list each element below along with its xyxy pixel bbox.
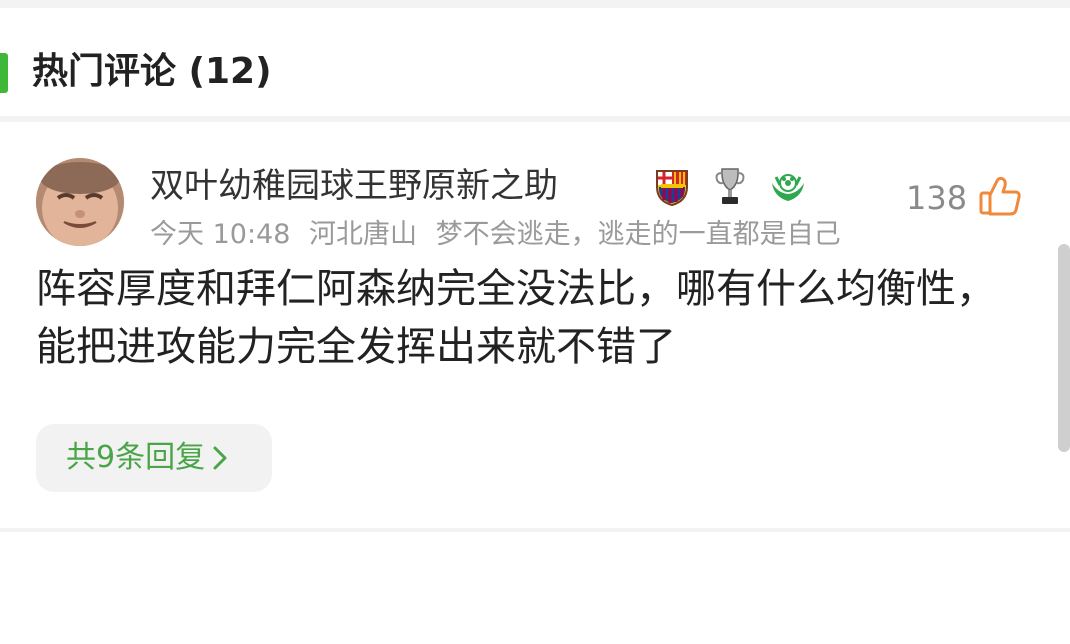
top-divider (0, 0, 1070, 8)
username[interactable]: 双叶幼稚园球王野原新之助 (150, 162, 558, 210)
replies-label: 共9条回复 (66, 440, 206, 475)
comment-time: 今天 10:48 (150, 219, 291, 250)
user-signature: 梦不会逃走，逃走的一直都是自己 (435, 219, 841, 250)
section-accent-bar (0, 53, 8, 93)
scrollbar[interactable] (1058, 244, 1070, 644)
like-count: 138 (906, 179, 968, 217)
scrollbar-thumb[interactable] (1058, 244, 1070, 452)
comment-location: 河北唐山 (309, 219, 417, 250)
thumbs-up-icon[interactable] (977, 173, 1023, 223)
section-title: 热门评论 (12) (32, 51, 272, 92)
avatar-image (36, 158, 124, 246)
green-club-icon[interactable] (768, 167, 808, 207)
section-header: 热门评论 (12) (0, 8, 1070, 116)
user-badges (652, 166, 808, 208)
view-replies-button[interactable]: 共9条回复 (36, 424, 272, 492)
comment-text: 阵容厚度和拜仁阿森纳完全没法比，哪有什么均衡性，能把进攻能力完全发挥出来就不错了 (36, 266, 996, 370)
trophy-icon[interactable] (710, 167, 750, 207)
like-button[interactable]: 138 (906, 176, 1023, 220)
avatar[interactable] (36, 158, 124, 246)
comment-meta: 今天 10:48 河北唐山 梦不会逃走，逃走的一直都是自己 (150, 216, 851, 254)
comment-item: 双叶幼稚园球王野原新之助 今天 10:48 河北唐山 梦不会逃走，逃走的一直都是… (0, 122, 1070, 522)
chevron-right-icon (211, 444, 229, 472)
bottom-divider (0, 528, 1070, 532)
fcb-crest-icon[interactable] (652, 167, 692, 207)
